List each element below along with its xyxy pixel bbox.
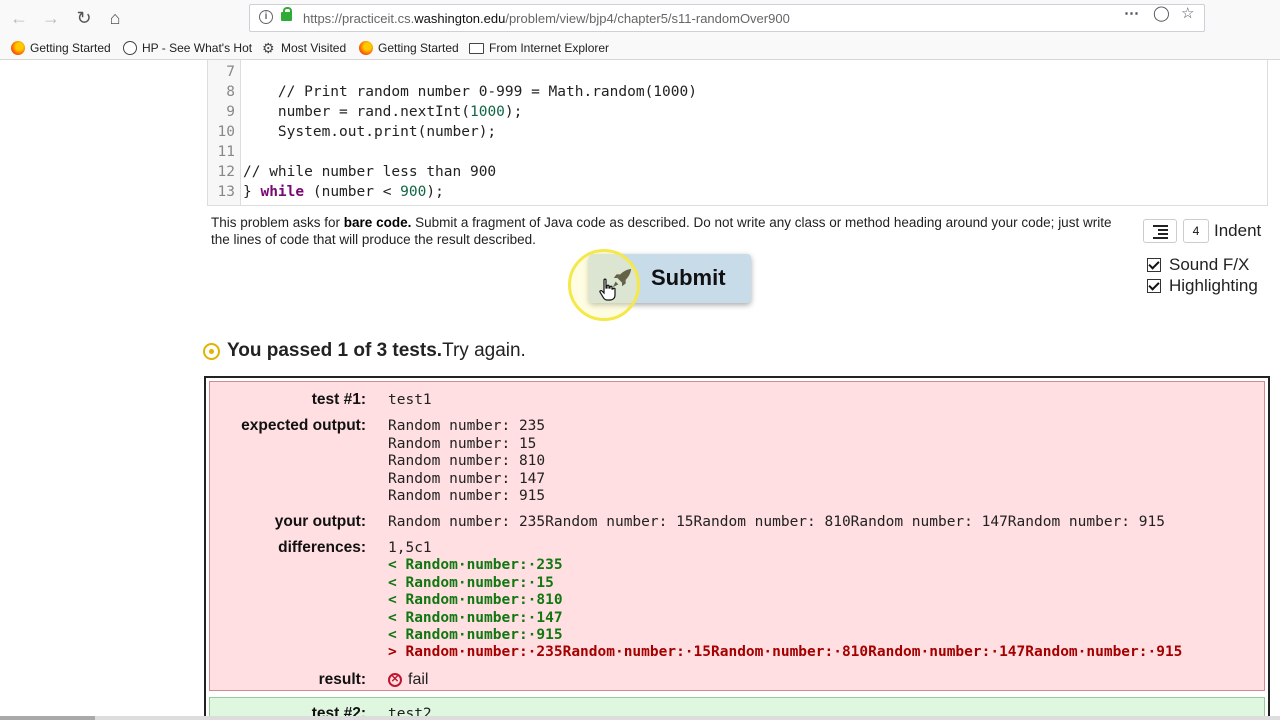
code-line: 8 // Print random number 0-999 = Math.ra… [226, 84, 697, 100]
globe-icon [123, 41, 137, 55]
bookmark-most-visited[interactable]: ⚙ Most Visited [262, 39, 346, 57]
horizontal-scrollbar[interactable] [0, 716, 1280, 720]
sound-fx-checkbox[interactable] [1147, 258, 1161, 272]
lock-icon [281, 7, 292, 21]
browser-toolbar: ← → ↻ ⌂ i https://practiceit.cs.washingt… [0, 0, 1280, 36]
home-icon[interactable]: ⌂ [104, 7, 126, 29]
test-results-panel: test #1: test1 expected output: Random n… [204, 376, 1270, 720]
test-label: test #1: [311, 391, 366, 408]
bookmark-star-icon[interactable]: ☆ [1181, 4, 1194, 22]
differences-label: differences: [278, 539, 366, 556]
bookmark-getting-started-2[interactable]: Getting Started [359, 39, 459, 57]
diff-actual-line: > Random·number:·235Random·number:·15Ran… [388, 644, 1183, 660]
your-output-label: your output: [274, 513, 366, 530]
back-arrow-icon[interactable]: ← [8, 7, 30, 29]
test-name: test1 [388, 392, 432, 408]
info-icon[interactable]: i [259, 10, 273, 24]
bookmark-folder-ie[interactable]: From Internet Explorer [469, 39, 609, 57]
highlighting-checkbox[interactable] [1147, 279, 1161, 293]
result-label: result: [318, 671, 366, 688]
folder-icon [469, 42, 484, 54]
problem-description: This problem asks for bare code. Submit … [211, 215, 1112, 247]
result-status: ✕ fail [388, 671, 428, 689]
your-output: Random number: 235Random number: 15Rando… [388, 514, 1165, 530]
code-line: 13} while (number < 900); [217, 184, 444, 200]
address-bar[interactable]: i https://practiceit.cs.washington.edu/p… [249, 4, 1205, 32]
page-actions-icon[interactable]: ⋯ [1124, 4, 1140, 22]
pocket-icon[interactable]: ◯ [1153, 4, 1170, 22]
bookmark-getting-started[interactable]: Getting Started [11, 39, 111, 57]
diff-header: 1,5c1 [388, 540, 432, 556]
expected-output-label: expected output: [241, 417, 366, 434]
result-summary: You passed 1 of 3 tests. Try again. [203, 340, 526, 362]
code-line: 7 [226, 64, 235, 80]
gear-icon: ⚙ [262, 40, 275, 56]
sound-fx-option[interactable]: Sound F/X [1147, 255, 1249, 275]
indent-button[interactable] [1143, 219, 1177, 243]
url-text[interactable]: https://practiceit.cs.washington.edu/pro… [303, 11, 790, 26]
expected-output: Random number: 235 Random number: 15 Ran… [388, 418, 546, 504]
indent-size-field[interactable]: 4 [1183, 219, 1209, 243]
firefox-icon [11, 41, 25, 55]
test-case-1: test #1: test1 expected output: Random n… [209, 381, 1265, 691]
reload-icon[interactable]: ↻ [73, 7, 95, 29]
diff-expected-lines: < Random·number:·235 < Random·number:·15… [388, 557, 563, 643]
fail-x-icon: ✕ [388, 673, 402, 687]
bookmark-hp[interactable]: HP - See What's Hot [123, 39, 252, 57]
highlighting-option[interactable]: Highlighting [1147, 276, 1258, 296]
bookmarks-toolbar: Getting Started HP - See What's Hot ⚙ Mos… [0, 36, 1280, 60]
firefox-icon [359, 41, 373, 55]
code-line: 9 number = rand.nextInt(1000); [226, 104, 523, 120]
hand-cursor-icon [599, 278, 616, 301]
code-line: 12// while number less than 900 [217, 164, 497, 180]
code-editor[interactable]: 7 8 // Print random number 0-999 = Math.… [207, 60, 1268, 206]
code-line: 10 System.out.print(number); [217, 124, 497, 140]
target-icon [203, 342, 220, 360]
forward-arrow-icon[interactable]: → [40, 7, 62, 29]
scrollbar-thumb[interactable] [0, 716, 95, 720]
code-line: 11 [217, 144, 235, 160]
indent-label: Indent [1214, 221, 1262, 240]
indent-icon [1153, 225, 1168, 227]
